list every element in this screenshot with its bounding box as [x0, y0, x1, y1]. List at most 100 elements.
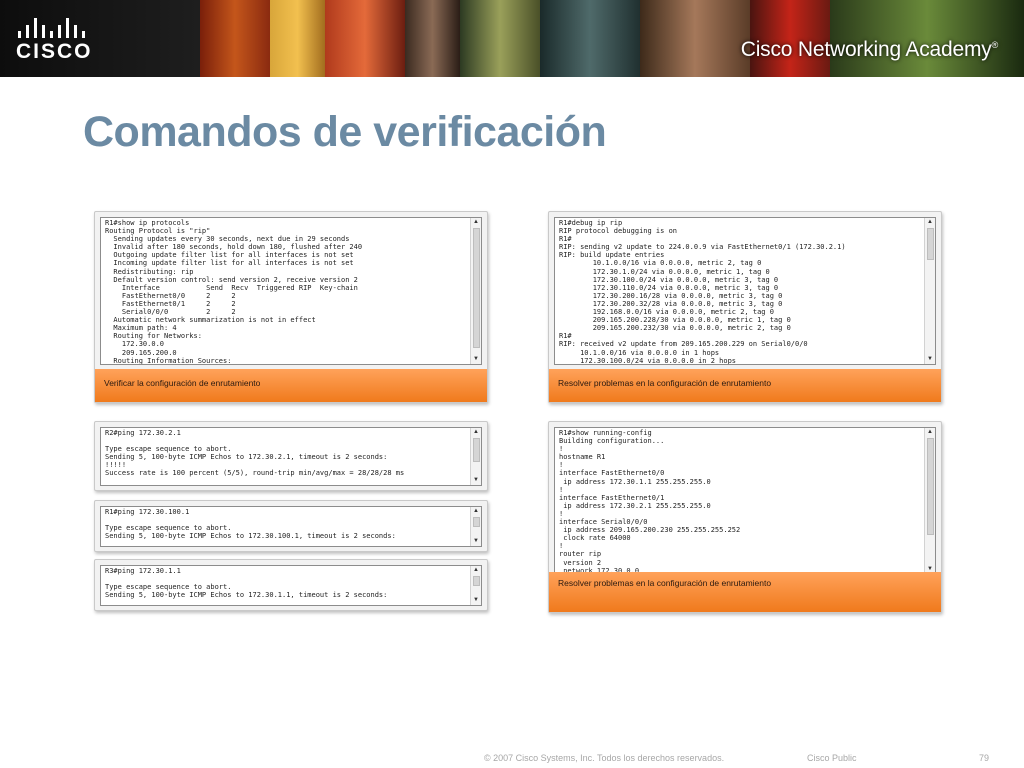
panel-show-ip-protocols: R1#show ip protocols Routing Protocol is …	[94, 211, 488, 403]
banner-photo	[540, 0, 640, 77]
terminal-line: version 2	[559, 558, 602, 567]
footer-copyright: © 2007 Cisco Systems, Inc. Todos los der…	[484, 753, 725, 763]
academy-title-text: Cisco Networking Academy	[740, 38, 992, 61]
terminal-output: R1#debug ip rip RIP protocol debugging is…	[559, 219, 923, 365]
terminal-line: R1#show ip protocols	[105, 219, 190, 227]
scroll-thumb[interactable]	[473, 517, 480, 527]
terminal-line: R2#ping 172.30.2.1	[105, 429, 181, 437]
banner-photo	[200, 0, 270, 77]
terminal-line: 172.30.200.16/28 via 0.0.0.0, metric 3, …	[559, 291, 783, 300]
caption-resolver-debug: Resolver problemas en la configuración d…	[549, 369, 941, 402]
scrollbar[interactable]: ▲ ▼	[470, 218, 481, 364]
scroll-up-icon[interactable]: ▲	[471, 428, 481, 437]
scroll-down-icon[interactable]: ▼	[471, 476, 481, 485]
cisco-bridge-icon	[18, 16, 85, 38]
terminal-line: Type escape sequence to abort.	[105, 583, 232, 592]
terminal-line: Sending 5, 100-byte ICMP Echos to 172.30…	[105, 532, 396, 541]
terminal-line: R1#	[559, 332, 572, 341]
panel-show-running-config: R1#show running-config Building configura…	[548, 421, 942, 613]
banner-photo	[640, 0, 750, 77]
terminal-line: !	[559, 509, 564, 518]
terminal-line: R1#show running-config	[559, 429, 652, 437]
scrollbar[interactable]: ▲ ▼	[470, 566, 481, 605]
caption-resolver-running: Resolver problemas en la configuración d…	[549, 572, 941, 612]
terminal-output: R2#ping 172.30.2.1 Type escape sequence t…	[105, 429, 469, 478]
header-banner: CISCO Cisco Networking Academy®	[0, 0, 1024, 77]
panel-debug-ip-rip: R1#debug ip rip RIP protocol debugging is…	[548, 211, 942, 403]
terminal-line: interface Serial0/0/0	[559, 518, 648, 527]
scroll-up-icon[interactable]: ▲	[471, 566, 481, 575]
scroll-thumb[interactable]	[473, 576, 480, 586]
terminal-line: 10.1.0.0/16 via 0.0.0.0, metric 2, tag 0	[559, 259, 762, 268]
scroll-thumb[interactable]	[473, 228, 480, 348]
scroll-down-icon[interactable]: ▼	[925, 355, 935, 364]
banner-photo	[270, 0, 325, 77]
scroll-thumb[interactable]	[927, 438, 934, 535]
terminal-line: !	[559, 445, 564, 454]
terminal-debug-ip-rip: R1#debug ip rip RIP protocol debugging is…	[554, 217, 936, 365]
scroll-down-icon[interactable]: ▼	[471, 596, 481, 605]
terminal-line: Routing Information Sources:	[105, 356, 232, 365]
scrollbar[interactable]: ▲ ▼	[470, 507, 481, 546]
trademark-symbol: ®	[991, 40, 999, 50]
terminal-line: !!!!!	[105, 461, 127, 470]
cisco-logo: CISCO	[16, 14, 106, 64]
terminal-line: Invalid after 180 seconds, hold down 180…	[105, 243, 363, 252]
scroll-up-icon[interactable]: ▲	[471, 218, 481, 227]
terminal-line: Sending 5, 100-byte ICMP Echos to 172.30…	[105, 453, 388, 462]
terminal-line: 172.30.1.0/24 via 0.0.0.0, metric 1, tag…	[559, 267, 770, 276]
terminal-ping-2: R1#ping 172.30.100.1 Type escape sequence…	[100, 506, 482, 547]
terminal-line: FastEthernet0/0 2 2	[105, 291, 236, 300]
terminal-line: 172.30.100.0/24 via 0.0.0.0 in 2 hops	[559, 356, 737, 365]
terminal-line: ip address 172.30.2.1 255.255.255.0	[559, 501, 711, 510]
banner-photo	[405, 0, 460, 77]
scrollbar[interactable]: ▲ ▼	[924, 218, 935, 364]
terminal-show-ip-protocols: R1#show ip protocols Routing Protocol is …	[100, 217, 482, 365]
terminal-show-running-config: R1#show running-config Building configura…	[554, 427, 936, 575]
terminal-line: ip address 172.30.1.1 255.255.255.0	[559, 477, 711, 486]
terminal-line: !	[559, 485, 564, 494]
terminal-line: ip address 209.165.200.230 255.255.255.2…	[559, 526, 741, 535]
terminal-line: Interface Send Recv Triggered RIP Key-ch…	[105, 283, 358, 292]
slide-title: Comandos de verificación	[83, 108, 607, 156]
terminal-line: Redistributing: rip	[105, 267, 194, 276]
scrollbar[interactable]: ▲ ▼	[924, 428, 935, 574]
terminal-line: RIP: received v2 update from 209.165.200…	[559, 340, 808, 349]
banner-photo	[460, 0, 540, 77]
terminal-line: Type escape sequence to abort.	[105, 445, 232, 454]
terminal-line: 172.30.200.32/28 via 0.0.0.0, metric 3, …	[559, 299, 783, 308]
terminal-line: Incoming update filter list for all inte…	[105, 259, 354, 268]
terminal-line: Sending 5, 100-byte ICMP Echos to 172.30…	[105, 591, 388, 600]
terminal-line: Routing Protocol is "rip"	[105, 227, 211, 236]
scroll-up-icon[interactable]: ▲	[471, 507, 481, 516]
terminal-line: 172.30.100.0/24 via 0.0.0.0, metric 3, t…	[559, 275, 779, 284]
terminal-line: 10.1.0.0/16 via 0.0.0.0 in 1 hops	[559, 348, 720, 357]
scroll-thumb[interactable]	[473, 438, 480, 462]
terminal-line: 172.30.110.0/24 via 0.0.0.0, metric 3, t…	[559, 283, 779, 292]
terminal-line: Success rate is 100 percent (5/5), round…	[105, 469, 405, 478]
scrollbar[interactable]: ▲ ▼	[470, 428, 481, 485]
scroll-up-icon[interactable]: ▲	[925, 218, 935, 227]
scroll-thumb[interactable]	[927, 228, 934, 260]
terminal-line: hostname R1	[559, 453, 606, 462]
terminal-line: !	[559, 461, 564, 470]
scroll-down-icon[interactable]: ▼	[471, 355, 481, 364]
scroll-down-icon[interactable]: ▼	[471, 537, 481, 546]
terminal-line: interface FastEthernet0/1	[559, 493, 665, 502]
terminal-line: Sending updates every 30 seconds, next d…	[105, 235, 350, 244]
scroll-up-icon[interactable]: ▲	[925, 428, 935, 437]
terminal-line: RIP protocol debugging is on	[559, 227, 678, 236]
terminal-line: !	[559, 542, 564, 551]
terminal-line: Building configuration...	[559, 437, 665, 446]
terminal-line: router rip	[559, 550, 602, 559]
terminal-line: 209.165.200.228/30 via 0.0.0.0, metric 1…	[559, 316, 791, 325]
terminal-line: Routing for Networks:	[105, 332, 202, 341]
terminal-line: interface FastEthernet0/0	[559, 469, 665, 478]
terminal-line: RIP: sending v2 update to 224.0.0.9 via …	[559, 243, 846, 252]
terminal-output: R1#show ip protocols Routing Protocol is …	[105, 219, 469, 365]
terminal-output: R1#show running-config Building configura…	[559, 429, 923, 574]
terminal-line: R3#ping 172.30.1.1	[105, 567, 181, 575]
terminal-line: RIP: build update entries	[559, 251, 665, 260]
